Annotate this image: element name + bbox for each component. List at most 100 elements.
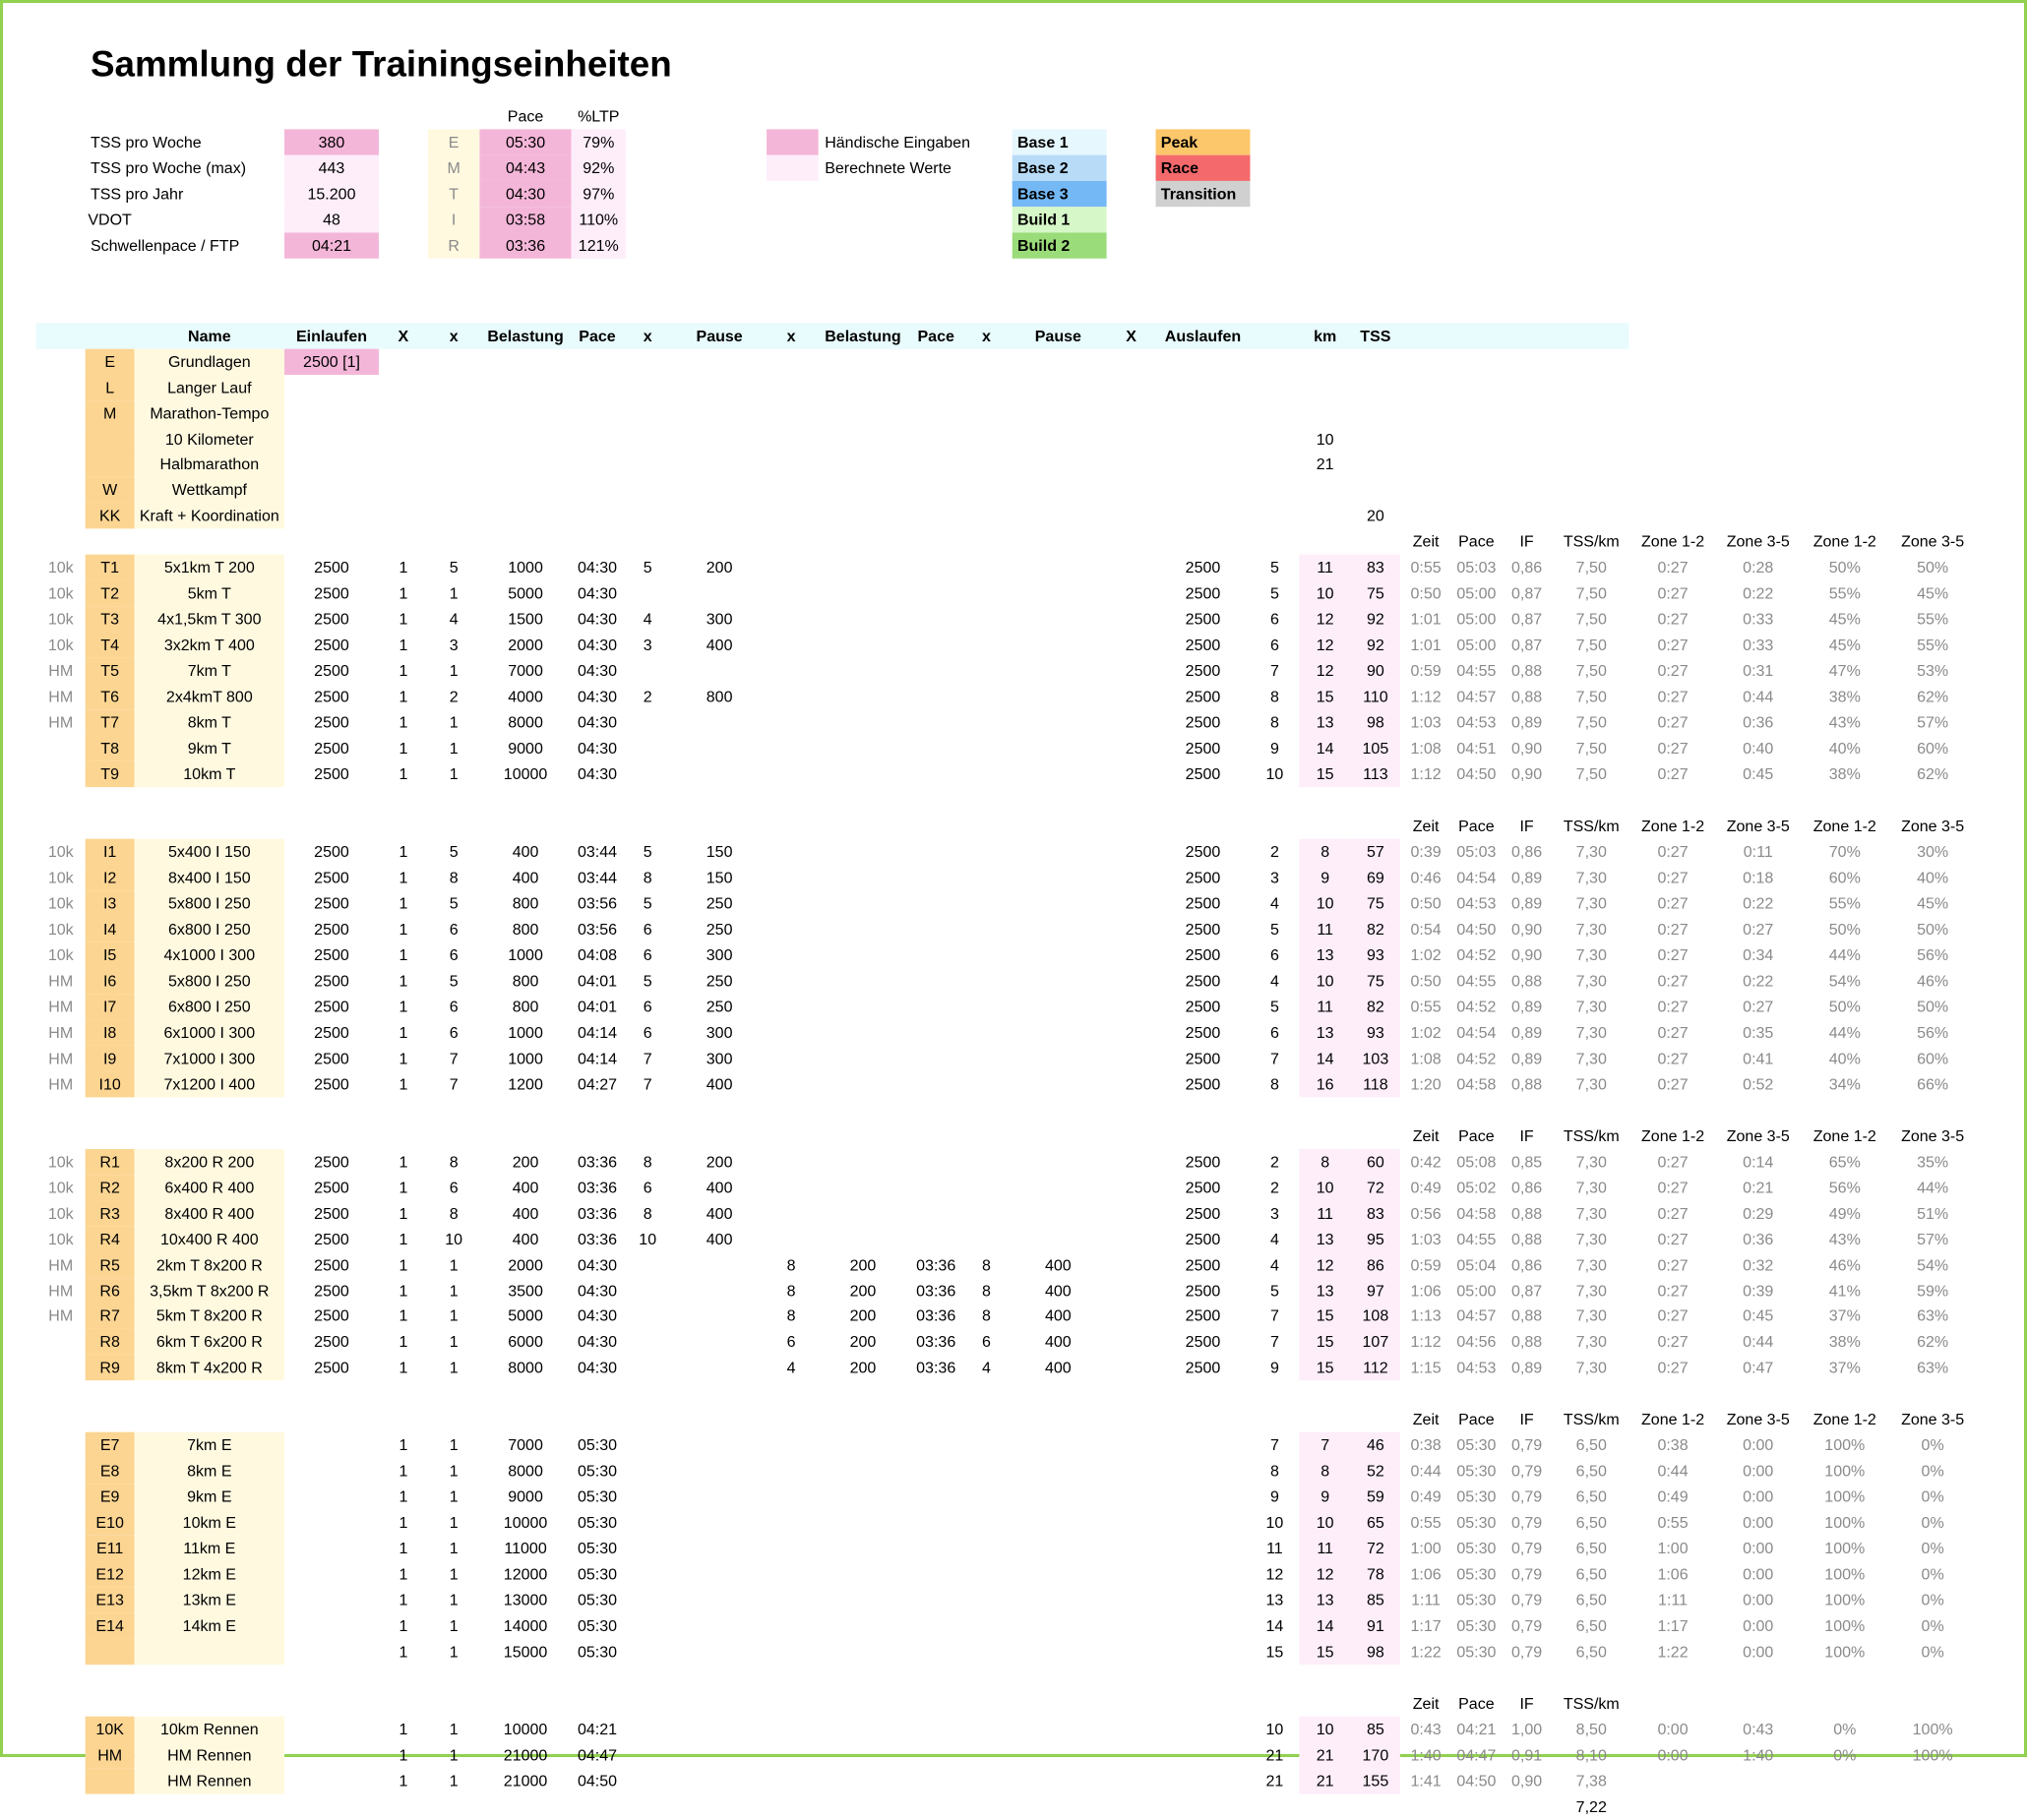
table-cell: 1 [399,1487,408,1506]
category-code: L [85,374,135,400]
unit-name [134,1639,285,1666]
stat-value: 50% [1828,920,1861,939]
distance-tag: HM [48,713,74,732]
table-cell: 8 [981,1306,991,1326]
table-cell: 5000 [508,1306,543,1326]
table-cell: 04:30 [577,1255,618,1274]
stats-header: Pace [1458,817,1495,835]
unit-name: 2x4kmT 800 [134,684,285,710]
table-cell: 8 [1269,688,1279,706]
unit-code: 10K [85,1716,135,1743]
stat-value: 04:52 [1456,1049,1497,1067]
table-cell: 6 [449,920,459,939]
table-cell: 8000 [508,1359,543,1377]
table-cell: 04:30 [577,1281,618,1301]
table-cell: 04:30 [577,713,618,732]
stat-value: 1:00 [1410,1540,1442,1558]
table-cell: 6 [449,998,459,1016]
stat-value: 0:22 [1743,971,1774,991]
stat-value: 04:53 [1456,713,1497,732]
stat-value: 6,50 [1575,1436,1607,1455]
table-cell: 300 [706,610,733,629]
unit-code: R2 [85,1174,135,1201]
table-cell: 1 [399,1513,408,1533]
unit-code: I2 [85,864,135,891]
table-cell: 5 [1269,998,1279,1016]
stat-value: 0:27 [1657,636,1689,655]
total-km: 21 [1299,1741,1351,1769]
stat-value: 53% [1917,661,1949,681]
table-cell: 6 [643,920,652,939]
phase-base-1: Base 1 [1012,129,1107,155]
total-km: 15 [1299,1639,1351,1666]
stat-value: 0,91 [1510,1745,1543,1765]
table-cell: 5 [643,894,652,913]
total-km: 12 [1299,1561,1351,1588]
stat-value: 0:44 [1657,1462,1689,1481]
tss-value: 72 [1350,1174,1400,1201]
table-cell: 3500 [508,1281,543,1301]
stat-value: 04:57 [1456,1306,1497,1326]
stat-value: 05:03 [1456,842,1497,862]
tss-value: 90 [1350,658,1400,685]
table-cell: 8000 [508,713,543,732]
total-km: 14 [1299,735,1351,762]
tss-value: 95 [1350,1226,1400,1252]
tss-value: 113 [1350,760,1400,788]
stat-value: 0:27 [1743,998,1774,1016]
table-cell: 2500 [314,1178,349,1197]
table-cell: 04:30 [577,1359,618,1377]
table-cell: 6 [1269,945,1279,964]
table-cell: 2500 [1185,868,1221,887]
table-cell: 2500 [1185,1023,1221,1042]
distance-tag: 10k [47,636,74,655]
stat-value: 51% [1917,1203,1949,1223]
stat-value: 7,50 [1575,661,1607,681]
stat-value: 38% [1828,688,1861,706]
stat-value: 0:27 [1657,1359,1689,1377]
unit-name: 5x1km T 200 [134,555,285,581]
stat-value: 0,86 [1510,1255,1543,1274]
phase-transition: Transition [1155,180,1251,207]
table-cell: 2500 [314,1074,349,1094]
stat-value: 0:49 [1657,1487,1689,1506]
stat-value: 0:49 [1410,1178,1442,1197]
table-cell: 1 [399,868,408,887]
stat-value: 0:00 [1743,1565,1774,1584]
stat-value: 40% [1828,739,1861,758]
table-cell: 6 [643,945,652,964]
stat-value: 6,50 [1575,1540,1607,1558]
table-cell: 04:21 [577,1720,618,1739]
stats-header: IF [1519,1410,1534,1429]
stat-value: 1:12 [1410,764,1442,784]
table-cell: 03:36 [916,1255,956,1274]
stats-header: Zone 1-2 [1641,1126,1705,1145]
stat-value: 0:27 [1657,713,1689,732]
table-cell: 1 [399,1642,408,1662]
unit-code: E10 [85,1509,135,1537]
stat-value: 0,88 [1510,1306,1543,1326]
stat-value: 0:34 [1743,945,1774,964]
unit-code: R1 [85,1148,135,1175]
unit-name: HM Rennen [134,1768,285,1794]
unit-code: I6 [85,967,135,995]
stat-value: 1:06 [1410,1565,1442,1584]
stats-header: Zone 1-2 [1812,532,1876,552]
table-cell: 1 [449,1255,459,1274]
pace-value: 03:58 [479,206,572,233]
stat-value: 7,30 [1575,894,1607,913]
table-cell: 05:30 [577,1487,618,1506]
stat-value: 45% [1917,584,1949,603]
unit-name: 11km E [134,1536,285,1562]
stat-value: 7,30 [1575,1281,1607,1301]
table-cell: 6 [1269,1023,1279,1042]
stat-value: 0% [1921,1462,1944,1481]
total-km: 7 [1299,1432,1351,1459]
stat-value: 70% [1828,842,1861,862]
stat-value: 50% [1828,998,1861,1016]
category-einlaufen: 2500 [1] [284,348,379,375]
table-cell: 5 [449,559,459,577]
unit-name: 9km E [134,1484,285,1510]
distance-tag: HM [48,1074,74,1094]
table-cell: 2500 [1185,1359,1221,1377]
